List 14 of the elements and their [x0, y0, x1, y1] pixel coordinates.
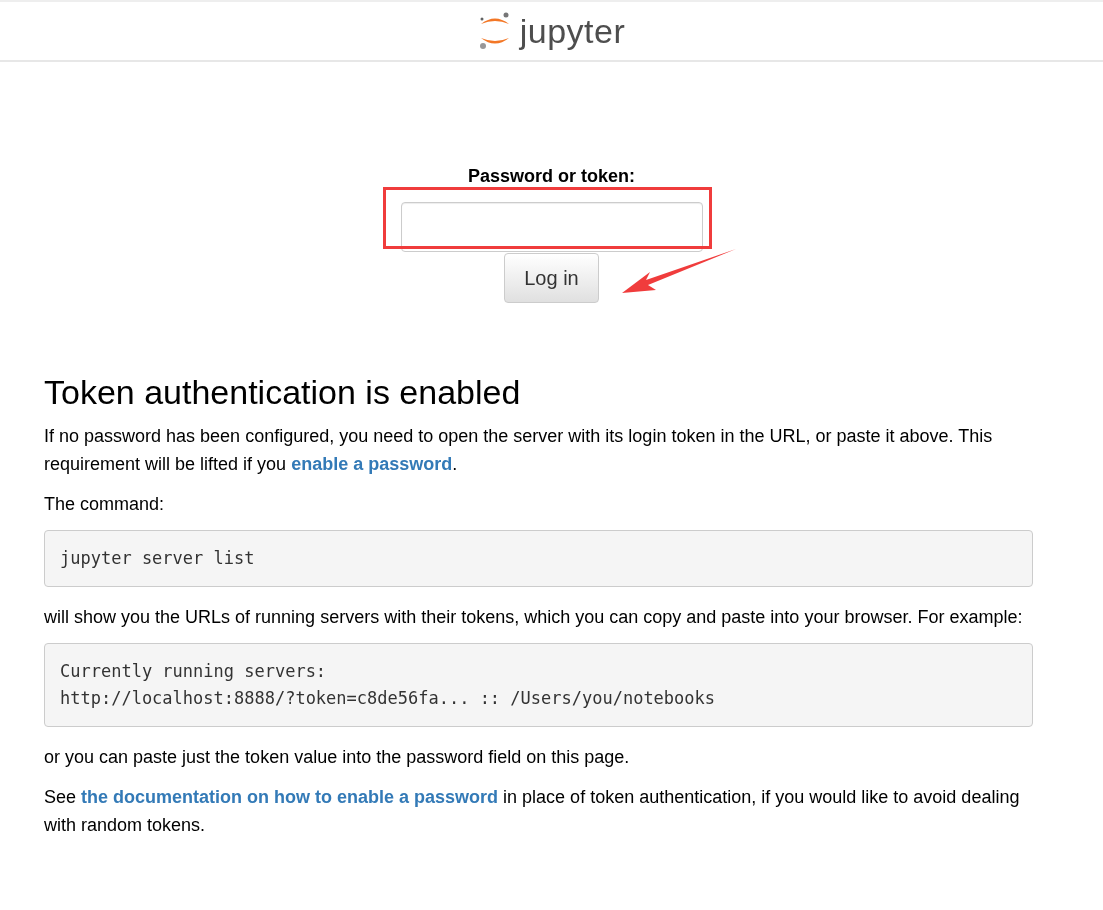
login-button[interactable]: Log in [504, 253, 599, 303]
paragraph: The command: [44, 493, 166, 516]
logo-text: jupyter [519, 14, 626, 48]
heading: Token authentication is enabled [44, 373, 522, 412]
link[interactable]: enable a password [291, 454, 453, 474]
paragraph: will show you the URLs of running servers with their tokens, which you can copy and paste into your browser. For example: [44, 606, 1024, 629]
password-label: Password or token: [467, 166, 635, 186]
paragraph: See the documentation on how to enable a password in place of token authentication, if you would like to avoid dealing with random tokens. [44, 786, 1021, 837]
password-field[interactable] [400, 202, 703, 252]
paragraph: If no password has been configured, you need to open the server with its login token in the URL, or paste it above. This requirement will be lifted if you enable a password. [44, 425, 994, 476]
code-block: jupyter server list [44, 530, 1033, 587]
paragraph: or you can paste just the token value into the password field on this page. [44, 746, 631, 769]
code-block: Currently running servers: http://localhost:8888/?token=c8de56fa... :: /Users/you/notebooks [44, 643, 1033, 727]
link[interactable]: the documentation on how to enable a password [81, 787, 499, 807]
